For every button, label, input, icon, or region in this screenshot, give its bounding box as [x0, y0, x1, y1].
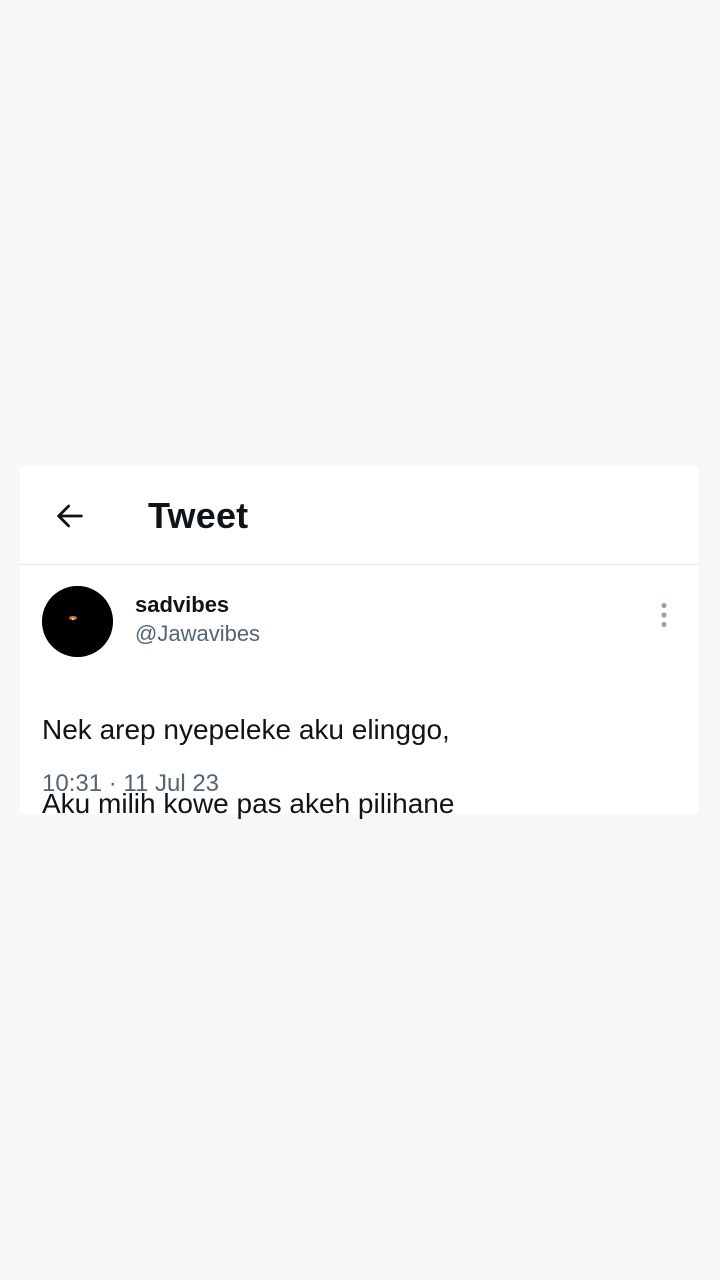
tweet-text-line: Nek arep nyepeleke aku elinggo,: [42, 714, 450, 745]
avatar[interactable]: [42, 586, 113, 657]
avatar-image: [42, 586, 113, 657]
author-handle[interactable]: @Jawavibes: [135, 621, 260, 647]
more-options-button[interactable]: [652, 600, 676, 630]
back-button[interactable]: [50, 496, 90, 536]
author-display-name[interactable]: sadvibes: [135, 592, 229, 618]
tweet-text: Nek arep nyepeleke aku elinggo, Aku mili…: [42, 674, 672, 859]
more-vertical-icon: [661, 602, 667, 628]
arrow-left-icon: [57, 504, 83, 528]
top-bar: Tweet: [20, 466, 699, 565]
tweet-timestamp[interactable]: 10:31 · 11 Jul 23: [42, 770, 219, 798]
page-title: Tweet: [148, 495, 249, 536]
tweet-card: Tweet sadvibes @Jawavibes Nek arep nyepe…: [20, 466, 699, 819]
